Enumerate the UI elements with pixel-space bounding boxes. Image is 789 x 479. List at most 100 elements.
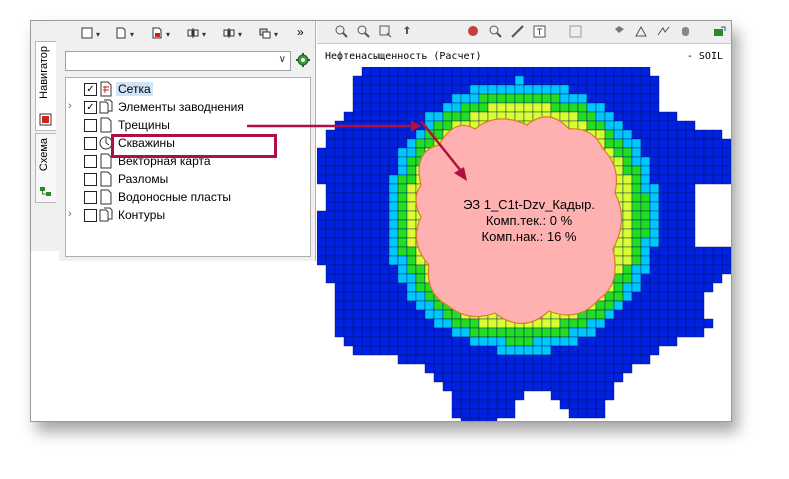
grid-cell	[640, 102, 651, 113]
lock-document-button[interactable]: ▾	[151, 27, 179, 41]
tree-item-contours[interactable]: › Контуры	[66, 206, 310, 224]
saturation-map[interactable]: ЭЗ 1_C1t-Dzv_Кадыр. Комп.тек.: 0 % Комп.…	[317, 67, 731, 421]
grid-cell	[352, 174, 363, 185]
tree-item-checkbox[interactable]: ✓	[84, 101, 97, 114]
grid-cell	[685, 219, 696, 230]
grid-cell	[442, 111, 453, 122]
grid-cell	[317, 237, 327, 248]
grid-cell	[667, 129, 678, 140]
grid-cell	[586, 111, 597, 122]
grid-cell	[379, 165, 390, 176]
grid-cell	[613, 336, 624, 347]
grid-cell	[559, 345, 570, 356]
grid-cell	[550, 93, 561, 104]
grid-cell	[370, 201, 381, 212]
grid-cell	[343, 210, 354, 221]
grid-tool-icon[interactable]	[569, 25, 582, 38]
grid-cell	[658, 120, 669, 131]
grid-cell	[622, 228, 633, 239]
tree-item-fractures[interactable]: Трещины	[66, 116, 310, 134]
new-document-button[interactable]: ▾	[115, 27, 143, 41]
layer-icon	[100, 117, 112, 133]
grid-cell	[388, 300, 399, 311]
grid-cell	[433, 67, 444, 77]
tab-navigator[interactable]: Навигатор	[35, 41, 56, 131]
grid-cell	[388, 345, 399, 356]
cylinder-icon[interactable]	[679, 25, 692, 38]
tree-item-aquifers[interactable]: Водоносные пласты	[66, 188, 310, 206]
pan-icon[interactable]	[401, 25, 414, 38]
grid-cell	[523, 345, 534, 356]
zoom-window-icon[interactable]	[379, 25, 392, 38]
grid-cell	[613, 300, 624, 311]
new-layer-button[interactable]: ▾	[81, 27, 109, 41]
tree-item-checkbox[interactable]	[84, 191, 97, 204]
grid-cell	[703, 138, 714, 149]
tree-item-checkbox[interactable]	[84, 119, 97, 132]
distribute-button[interactable]: ▾	[223, 27, 251, 41]
grid-cell	[640, 246, 651, 257]
paint-icon[interactable]	[467, 25, 480, 38]
expand-arrow-icon[interactable]: ›	[68, 208, 72, 220]
grid-cell	[604, 111, 615, 122]
tree-item-checkbox[interactable]	[84, 209, 97, 222]
settings-gear-icon[interactable]	[295, 52, 311, 68]
export-icon[interactable]	[713, 25, 726, 38]
grid-cell	[325, 147, 336, 158]
grid-cell	[424, 129, 435, 140]
tree-item-checkbox[interactable]	[84, 173, 97, 186]
grid-cell	[317, 165, 327, 176]
toolbar-overflow-button[interactable]: »	[297, 25, 304, 39]
layer-filter-combo[interactable]: ∨	[65, 51, 291, 71]
expand-arrow-icon[interactable]: ›	[68, 100, 72, 112]
grid-cell	[685, 282, 696, 293]
cross-section-icon[interactable]	[635, 25, 648, 38]
grid-cell	[379, 111, 390, 122]
grid-cell	[559, 102, 570, 113]
grid-cell	[451, 318, 462, 329]
grid-cell	[640, 354, 651, 365]
measure-icon[interactable]	[511, 25, 524, 38]
grid-cell	[505, 93, 516, 104]
grid-cell	[649, 201, 660, 212]
grid-cell	[703, 318, 714, 329]
fault-tool-icon[interactable]	[657, 25, 670, 38]
grid-cell	[640, 318, 651, 329]
zoom-in-icon[interactable]	[335, 25, 348, 38]
grid-cell	[352, 192, 363, 203]
side-tab-strip: Навигатор Схема	[31, 21, 60, 251]
zoom-out-icon[interactable]	[357, 25, 370, 38]
grid-cell	[334, 165, 345, 176]
tree-item-flooding-elements[interactable]: › ✓ Элементы заводнения	[66, 98, 310, 116]
grid-cell	[451, 84, 462, 95]
grid-cell	[352, 165, 363, 176]
tree-item-checkbox[interactable]	[84, 155, 97, 168]
search-icon[interactable]	[489, 25, 502, 38]
layers-button[interactable]: ▾	[259, 27, 287, 41]
grid-cell	[631, 156, 642, 167]
text-tool-icon[interactable]	[533, 25, 546, 38]
grid-cell	[406, 228, 417, 239]
grid-cell	[640, 282, 651, 293]
grid-cell	[433, 111, 444, 122]
grid-cell	[622, 219, 633, 230]
navigator-icon	[39, 113, 52, 126]
grid-cell	[712, 147, 723, 158]
grid-cell	[442, 327, 453, 338]
grid-cell	[361, 273, 372, 284]
grid-cell	[586, 327, 597, 338]
grid-cell	[379, 84, 390, 95]
grid-cell	[667, 255, 678, 266]
tree-item-checkbox[interactable]: ✓	[84, 83, 97, 96]
tab-scheme[interactable]: Схема	[35, 133, 56, 203]
tree-item-faults[interactable]: Разломы	[66, 170, 310, 188]
align-button[interactable]: ▾	[187, 27, 215, 41]
grid-cell	[532, 102, 543, 113]
grid-cell	[352, 156, 363, 167]
view-3d-icon[interactable]	[613, 25, 626, 38]
tree-item-label: Сетка	[116, 82, 153, 96]
tree-item-grid[interactable]: ✓ Сетка	[66, 80, 310, 98]
grid-cell	[685, 237, 696, 248]
tree-item-checkbox[interactable]	[84, 137, 97, 150]
grid-cell	[370, 210, 381, 221]
